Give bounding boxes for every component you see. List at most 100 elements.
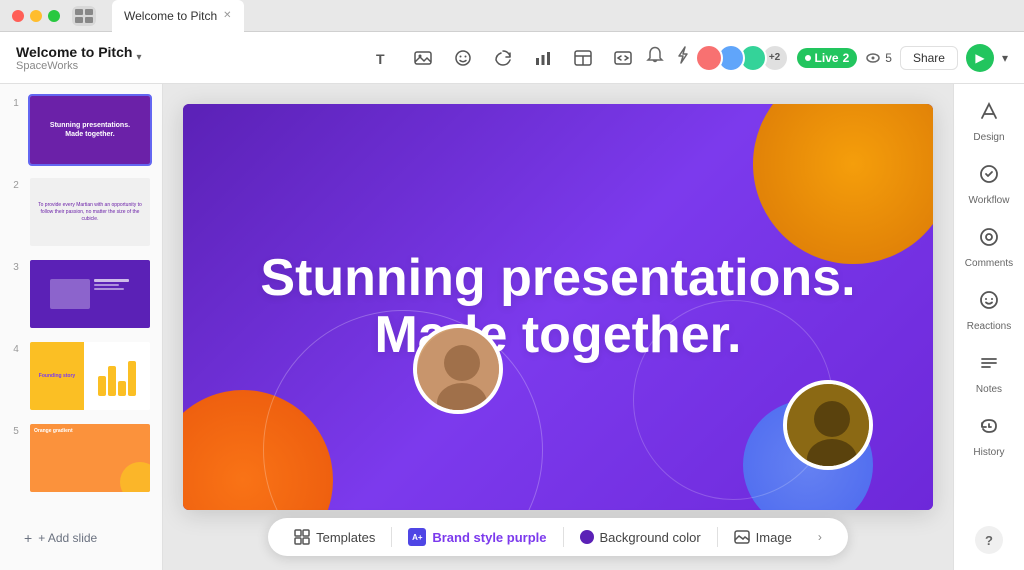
reactions-icon — [978, 289, 1000, 317]
add-slide-label: + Add slide — [38, 531, 97, 545]
slide-item-5[interactable]: 5 Orange gradient — [8, 420, 154, 496]
slides-sidebar: 1 Stunning presentations.Made together. … — [0, 84, 163, 570]
traffic-lights — [12, 10, 60, 22]
title-chevron-icon[interactable]: ▾ — [136, 52, 141, 63]
avatar-1 — [695, 44, 723, 72]
title-bar: Welcome to Pitch ✕ — [0, 0, 1024, 32]
canvas-area: Stunning presentations. Made together. — [163, 84, 953, 570]
slide-number-4: 4 — [10, 340, 22, 355]
slide-number-2: 2 — [10, 176, 22, 191]
rotate-tool-icon[interactable] — [489, 44, 517, 72]
text-tool-icon[interactable]: T — [369, 44, 397, 72]
history-label: History — [973, 447, 1004, 458]
live-dot — [805, 55, 811, 61]
views-count: 5 — [865, 50, 892, 66]
reactions-label: Reactions — [967, 321, 1011, 332]
design-panel-button[interactable]: Design — [954, 92, 1024, 151]
help-button[interactable]: ? — [975, 526, 1003, 554]
embed-tool-icon[interactable] — [609, 44, 637, 72]
slide-item-3[interactable]: 3 — [8, 256, 154, 332]
eye-icon — [865, 50, 881, 66]
workflow-panel-button[interactable]: Workflow — [954, 155, 1024, 214]
emoji-tool-icon[interactable] — [449, 44, 477, 72]
slide-thumbnail-2[interactable]: To provide every Martian with an opportu… — [28, 176, 152, 248]
heading-line-1: Stunning presentations. — [260, 249, 855, 307]
workflow-label: Workflow — [969, 195, 1010, 206]
design-label: Design — [973, 132, 1004, 143]
templates-label: Templates — [316, 530, 375, 545]
slide-item-4[interactable]: 4 Founding story — [8, 338, 154, 414]
tab-close-icon[interactable]: ✕ — [223, 10, 231, 21]
active-tab[interactable]: Welcome to Pitch ✕ — [112, 0, 244, 32]
image-icon — [734, 529, 750, 545]
app-subtitle: SpaceWorks — [16, 60, 132, 72]
add-slide-plus-icon: + — [24, 530, 32, 546]
slide-3-content — [46, 275, 133, 313]
workflow-icon — [978, 163, 1000, 191]
slide-item-2[interactable]: 2 To provide every Martian with an oppor… — [8, 174, 154, 250]
notes-panel-button[interactable]: Notes — [954, 344, 1024, 403]
slide-number-1: 1 — [10, 94, 22, 109]
slide-1-thumb-text: Stunning presentations.Made together. — [50, 121, 130, 139]
maximize-button[interactable] — [48, 10, 60, 22]
templates-button[interactable]: Templates — [284, 525, 385, 549]
toolbar-divider-1 — [391, 527, 392, 547]
background-color-button[interactable]: Background color — [570, 526, 711, 549]
brand-style-label: Brand style purple — [432, 530, 546, 545]
share-button[interactable]: Share — [900, 46, 958, 70]
image-button[interactable]: Image — [724, 525, 802, 549]
toolbar-divider-2 — [563, 527, 564, 547]
add-slide-button[interactable]: + + Add slide — [16, 522, 146, 554]
bg-color-dot — [580, 530, 594, 544]
collaborator-avatars: +2 — [701, 44, 789, 72]
slide-thumbnail-4[interactable]: Founding story — [28, 340, 152, 412]
views-number: 5 — [885, 51, 892, 65]
slide-2-thumb-text: To provide every Martian with an opportu… — [36, 202, 144, 223]
more-arrow-icon: › — [818, 530, 822, 544]
svg-text:T: T — [376, 51, 385, 67]
app-title-text: Welcome to Pitch — [16, 44, 132, 60]
history-icon — [978, 415, 1000, 443]
more-options-icon[interactable]: ▾ — [1002, 51, 1008, 65]
notes-icon — [978, 352, 1000, 380]
grid-icon — [74, 8, 94, 24]
slide-number-3: 3 — [10, 258, 22, 273]
live-label: Live — [815, 51, 839, 65]
close-button[interactable] — [12, 10, 24, 22]
toolbar-right: +2 Live 2 5 Share ▶ ▾ — [645, 44, 1008, 72]
minimize-button[interactable] — [30, 10, 42, 22]
app-title-group[interactable]: Welcome to Pitch SpaceWorks ▾ — [16, 44, 141, 72]
table-tool-icon[interactable] — [569, 44, 597, 72]
slide-bottom-toolbar: Templates A+ Brand style purple Backgrou… — [268, 518, 848, 556]
live-badge[interactable]: Live 2 — [797, 48, 858, 68]
slide-thumbnail-3[interactable] — [28, 258, 152, 330]
brand-style-button[interactable]: A+ Brand style purple — [398, 524, 556, 550]
slide-thumbnail-5[interactable]: Orange gradient — [28, 422, 152, 494]
play-button[interactable]: ▶ — [966, 44, 994, 72]
notifications-icon[interactable] — [645, 45, 665, 70]
comments-icon — [978, 226, 1000, 254]
image-tool-icon[interactable] — [409, 44, 437, 72]
main-area: 1 Stunning presentations.Made together. … — [0, 84, 1024, 570]
slide-thumbnail-1[interactable]: Stunning presentations.Made together. — [28, 94, 152, 166]
toolbar-divider-3 — [717, 527, 718, 547]
tab-switcher[interactable] — [72, 6, 96, 26]
lightning-icon[interactable] — [673, 45, 693, 70]
main-toolbar: Welcome to Pitch SpaceWorks ▾ T — [0, 32, 1024, 84]
chart-tool-icon[interactable] — [529, 44, 557, 72]
design-icon — [978, 100, 1000, 128]
slide-item-1[interactable]: 1 Stunning presentations.Made together. — [8, 92, 154, 168]
toolbar-tools: T — [369, 44, 637, 72]
reactions-panel-button[interactable]: Reactions — [954, 281, 1024, 340]
notes-label: Notes — [976, 384, 1002, 395]
history-panel-button[interactable]: History — [954, 407, 1024, 466]
slide-4-label: Founding story — [35, 369, 79, 383]
more-options-button[interactable]: › — [808, 526, 832, 548]
person-avatar-left — [413, 324, 503, 414]
comments-panel-button[interactable]: Comments — [954, 218, 1024, 277]
background-color-label: Background color — [600, 530, 701, 545]
live-count: 2 — [843, 51, 850, 65]
comments-label: Comments — [965, 258, 1013, 269]
person-avatar-right — [783, 380, 873, 470]
image-label: Image — [756, 530, 792, 545]
